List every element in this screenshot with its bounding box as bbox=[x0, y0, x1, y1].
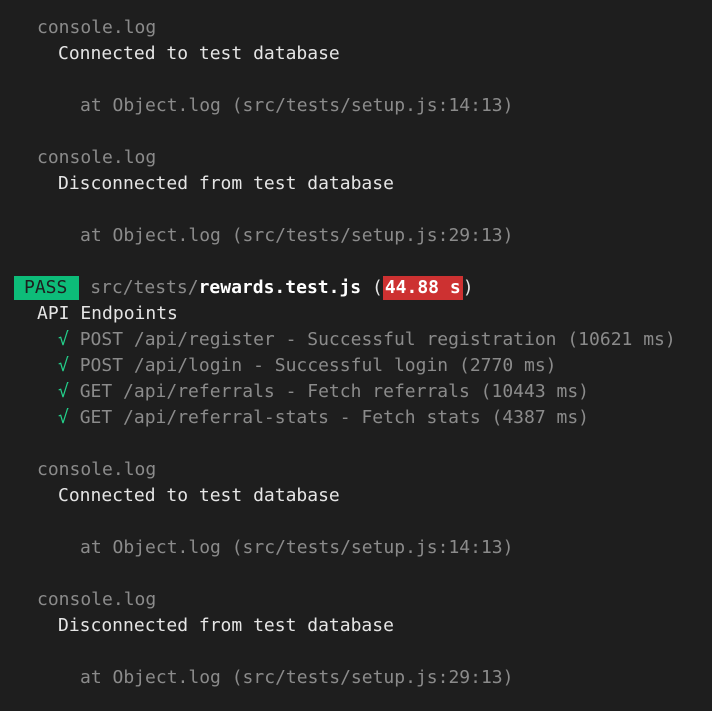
terminal-output: console.log Connected to test database a… bbox=[0, 0, 712, 711]
test-case-row: √ GET /api/referral-stats - Fetch stats … bbox=[58, 405, 589, 431]
console-log-label: console.log bbox=[37, 17, 157, 38]
test-result-line: PASS src/tests/rewards.test.js (44.88 s) bbox=[14, 275, 474, 301]
log-location: at Object.log (src/tests/setup.js:14:13) bbox=[80, 95, 514, 116]
test-case-text: GET /api/referrals - Fetch referrals (10… bbox=[79, 381, 590, 402]
test-case-text: POST /api/register - Successful registra… bbox=[79, 329, 676, 350]
log-message: Disconnected from test database bbox=[58, 615, 394, 636]
check-icon: √ bbox=[58, 329, 69, 350]
close-paren: ) bbox=[462, 277, 474, 298]
log-message: Connected to test database bbox=[58, 43, 340, 64]
test-case-row: √ POST /api/register - Successful regist… bbox=[58, 327, 676, 353]
test-case-text: GET /api/referral-stats - Fetch stats (4… bbox=[79, 407, 590, 428]
check-icon: √ bbox=[58, 355, 69, 376]
suite-name: API Endpoints bbox=[37, 303, 178, 324]
test-case-text: POST /api/login - Successful login (2770… bbox=[79, 355, 557, 376]
test-case-row: √ POST /api/login - Successful login (27… bbox=[58, 353, 557, 379]
log-location: at Object.log (src/tests/setup.js:29:13) bbox=[80, 225, 514, 246]
check-icon: √ bbox=[58, 381, 69, 402]
log-message: Connected to test database bbox=[58, 485, 340, 506]
test-file-name: rewards.test.js bbox=[198, 277, 362, 298]
test-case-row: √ GET /api/referrals - Fetch referrals (… bbox=[58, 379, 589, 405]
console-log-label: console.log bbox=[37, 147, 157, 168]
console-log-label: console.log bbox=[37, 589, 157, 610]
open-paren: ( bbox=[371, 277, 383, 298]
log-location: at Object.log (src/tests/setup.js:29:13) bbox=[80, 667, 514, 688]
duration-badge: 44.88 s bbox=[382, 276, 463, 300]
pass-badge: PASS bbox=[14, 276, 80, 300]
check-icon: √ bbox=[58, 407, 69, 428]
log-location: at Object.log (src/tests/setup.js:14:13) bbox=[80, 537, 514, 558]
log-message: Disconnected from test database bbox=[58, 173, 394, 194]
console-log-label: console.log bbox=[37, 459, 157, 480]
test-file-path: src/tests/ bbox=[90, 277, 199, 298]
